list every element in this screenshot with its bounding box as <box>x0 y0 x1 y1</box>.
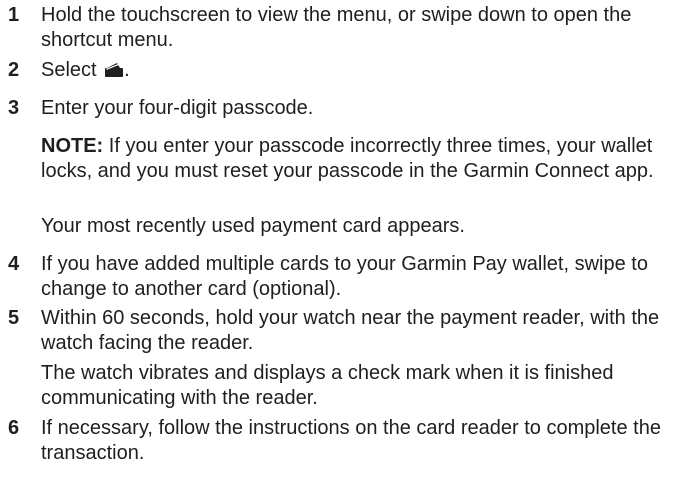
step-number: 3 <box>8 97 20 119</box>
step-result: The watch vibrates and displays a check … <box>41 362 614 409</box>
note-label: NOTE: <box>41 135 104 157</box>
step-text-before: Select <box>41 59 97 81</box>
step-text: Hold the touchscreen to view the menu, o… <box>41 4 632 51</box>
step-number: 1 <box>8 4 20 26</box>
step-number: 4 <box>8 253 20 275</box>
step-text: If you have added multiple cards to your… <box>41 253 648 300</box>
step-text-after: . <box>124 59 130 81</box>
step-number: 6 <box>8 417 20 439</box>
step-text: Enter your four-digit passcode. <box>41 97 314 119</box>
instruction-list: 1 Hold the touchscreen to view the menu,… <box>0 0 698 498</box>
note-text: If you enter your passcode incorrectly t… <box>41 135 654 182</box>
step-text: Select . <box>41 58 691 83</box>
wallet-icon <box>105 63 124 77</box>
step-number: 2 <box>8 59 20 81</box>
note-paragraph: NOTE: If you enter your passcode incorre… <box>41 134 691 184</box>
step-number: 5 <box>8 307 20 329</box>
step-text: Within 60 seconds, hold your watch near … <box>41 307 660 354</box>
step-text: If necessary, follow the instructions on… <box>41 417 661 464</box>
step-result: Your most recently used payment card app… <box>41 215 465 237</box>
